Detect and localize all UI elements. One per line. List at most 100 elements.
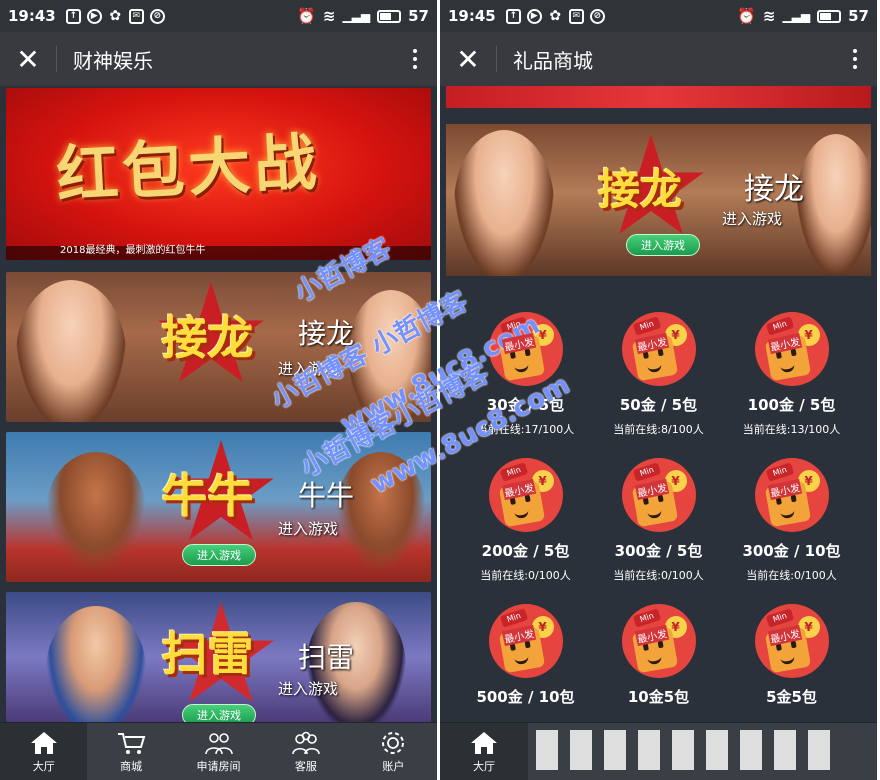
banner-title: 红包大战 [54,125,323,212]
packet-title: 30金 / 5包 [486,396,565,414]
game-name: 扫雷 [298,641,355,674]
red-packet-room[interactable]: Min ¥ 最小发 50金 / 5包 当前在线:8/100人 [597,312,730,458]
status-bar: 19:43 ↑ ▶ ✿ ✉ ⊘ ⏰ ≋ ▁▃▅ 57 [0,0,437,32]
alarm-icon: ⏰ [737,7,756,25]
red-packet-icon: Min ¥ 最小发 [488,604,563,678]
bottom-nav: 大厅 [440,722,877,780]
red-packet-room[interactable]: Min ¥ 最小发 100金 / 5包 当前在线:13/100人 [730,312,863,458]
close-button[interactable]: ✕ [0,32,56,86]
min-badge: Min [765,462,794,482]
play-icon: ▶ [86,8,102,24]
min-badge: Min [632,316,661,336]
packet-title: 100金 / 5包 [747,396,836,414]
enter-game-text[interactable]: 进入游戏 [278,358,338,379]
game-logo: 接龙 [161,311,254,365]
packet-title: 10金5包 [627,688,690,706]
nav-label: 大厅 [473,759,495,773]
close-button[interactable]: ✕ [440,32,496,86]
group-icon [204,732,233,754]
enter-game-button[interactable]: 进入游戏 [626,234,700,256]
battery-icon [817,9,842,23]
red-packet-room[interactable]: Min ¥ 最小发 300金 / 5包 当前在线:0/100人 [597,458,730,604]
nav-item-apply-room[interactable]: 申请房间 [175,723,262,780]
home-icon [30,731,57,754]
red-packet-room[interactable]: Min ¥ 最小发 30金 / 5包 当前在线:17/100人 [464,312,597,458]
service-icon [292,731,320,754]
status-time: 19:45 [448,7,496,25]
red-packet-room[interactable]: Min ¥ 最小发 500金 / 10包 [464,604,597,722]
nav-item-lobby[interactable]: 大厅 [440,723,528,780]
shop-screen: 19:45 ↑ ▶ ✿ ✉ ⊘ ⏰ ≋ ▁▃▅ 57 ✕ 礼品商城 接龙 接龙 … [440,0,877,780]
obscured-nav-area [536,730,836,770]
red-packet-icon: Min ¥ 最小发 [754,458,829,532]
min-badge: Min [765,608,794,628]
red-packet-icon: Min ¥ 最小发 [754,604,829,678]
nav-item-lobby[interactable]: 大厅 [0,723,88,780]
packet-title: 500金 / 10包 [476,688,575,706]
battery-icon [377,9,402,23]
red-packet-room[interactable]: Min ¥ 最小发 10金5包 [597,604,730,722]
enter-game-text[interactable]: 进入游戏 [722,208,782,229]
online-count: 当前在线:13/100人 [742,423,841,436]
nav-label: 大厅 [32,759,55,773]
game-banner-saolei[interactable]: 扫雷 扫雷 进入游戏 进入游戏 [6,592,431,722]
cart-icon [118,732,146,754]
status-bar: 19:45 ↑ ▶ ✿ ✉ ⊘ ⏰ ≋ ▁▃▅ 57 [440,0,877,32]
more-options-button[interactable] [833,32,877,86]
title-divider [56,46,57,72]
battery-level: 57 [408,7,429,25]
nav-item-service[interactable]: 客服 [262,723,349,780]
title-divider [496,46,497,72]
enter-game-button[interactable]: 进入游戏 [182,704,256,722]
red-packet-room[interactable]: Min ¥ 最小发 300金 / 10包 当前在线:0/100人 [730,458,863,604]
min-badge: Min [499,608,528,628]
nav-item-shop[interactable]: 商城 [87,723,174,780]
red-packet-banner[interactable]: 红包大战 2018最经典，最刺激的红包牛牛 [6,88,431,260]
character-bull-left [46,452,146,572]
game-banner-jielong[interactable]: 接龙 接龙 进入游戏 进入游戏 [446,124,871,276]
nav-item-account[interactable]: 账户 [350,723,437,780]
packet-title: 300金 / 5包 [614,542,703,560]
home-icon [471,731,497,754]
min-badge: Min [765,316,794,336]
enter-game-text[interactable]: 进入游戏 [278,518,338,539]
red-packet-room[interactable]: Min ¥ 最小发 5金5包 [730,604,863,722]
page-title: 财神娱乐 [73,48,153,73]
red-packet-icon: Min ¥ 最小发 [488,458,563,532]
shop-content: 接龙 接龙 进入游戏 进入游戏 Min ¥ 最小发 30金 / 5包 当前在线:17/1… [440,86,877,722]
upload-icon: ↑ [505,8,521,24]
play-icon: ▶ [526,8,542,24]
min-badge: Min [632,608,661,628]
scrolled-banner-edge [446,86,871,108]
paw-icon: ✿ [549,8,562,24]
packet-title: 300金 / 10包 [742,542,841,560]
page-title: 礼品商城 [513,48,593,73]
red-packet-icon: Min ¥ 最小发 [621,312,696,386]
battery-level: 57 [848,7,869,25]
red-packet-icon: Min ¥ 最小发 [488,312,563,386]
character-girl-right [796,134,871,274]
character-girl-left [454,130,554,276]
min-badge: Min [632,462,661,482]
game-banner-niuniu[interactable]: 牛牛 牛牛 进入游戏 进入游戏 [6,432,431,582]
banner-subtitle: 2018最经典，最刺激的红包牛牛 [60,245,206,256]
enter-game-text[interactable]: 进入游戏 [278,678,338,699]
more-options-button[interactable] [393,32,437,86]
signal-icon: ▁▃▅ [342,9,371,23]
lobby-content: 红包大战 2018最经典，最刺激的红包牛牛 接龙 接龙 进入游戏 牛牛 牛牛 进… [0,86,437,722]
lobby-screen: 19:43 ↑ ▶ ✿ ✉ ⊘ ⏰ ≋ ▁▃▅ 57 ✕ 财神娱乐 红包大战 2… [0,0,437,780]
signal-icon: ▁▃▅ [782,9,811,23]
enter-game-button[interactable]: 进入游戏 [182,544,256,566]
min-badge: Min [499,462,528,482]
nav-label: 账户 [382,759,405,773]
mail-icon: ✉ [128,8,144,24]
packet-title: 5金5包 [766,688,817,706]
wifi-icon: ≋ [322,7,336,25]
game-banner-jielong[interactable]: 接龙 接龙 进入游戏 [6,272,431,422]
game-name: 接龙 [744,172,804,207]
nav-label: 商城 [120,759,143,773]
red-packet-icon: Min ¥ 最小发 [621,458,696,532]
red-packet-grid: Min ¥ 最小发 30金 / 5包 当前在线:17/100人 Min ¥ 最小发 50金 / … [464,312,863,722]
red-packet-icon: Min ¥ 最小发 [621,604,696,678]
red-packet-room[interactable]: Min ¥ 最小发 200金 / 5包 当前在线:0/100人 [464,458,597,604]
